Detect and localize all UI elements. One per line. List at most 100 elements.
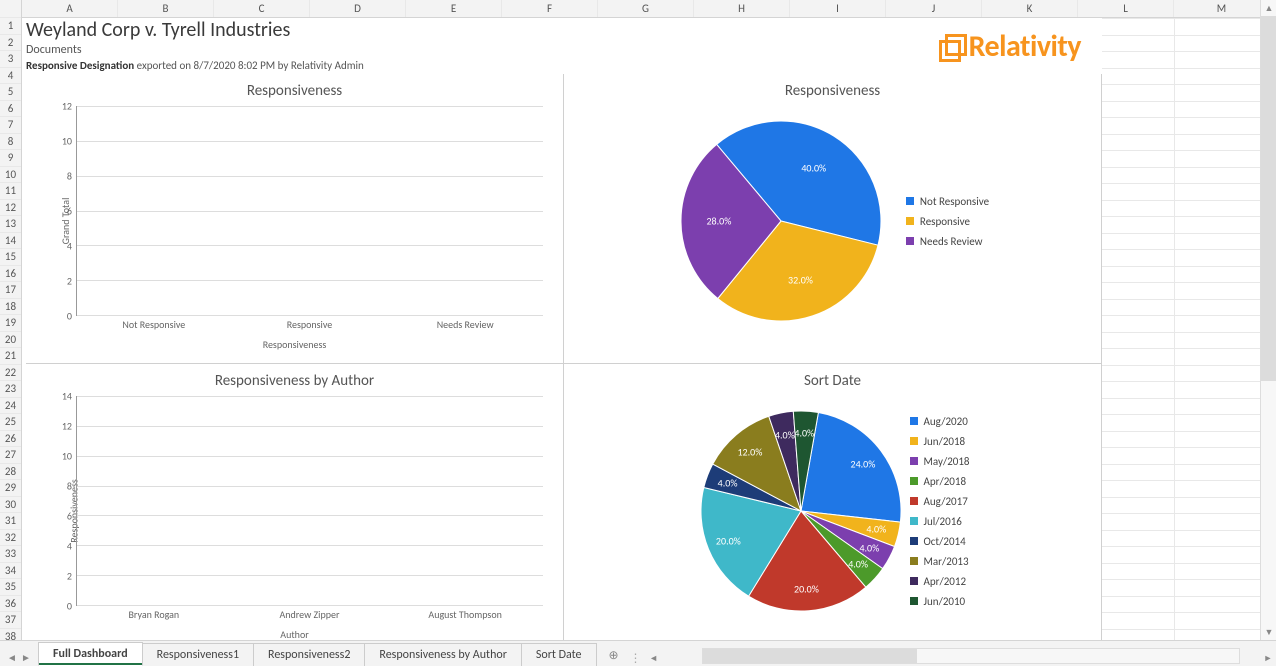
row-header-33[interactable]: 33 <box>0 546 21 563</box>
col-header-H[interactable]: H <box>694 0 790 17</box>
row-header-21[interactable]: 21 <box>0 348 21 365</box>
plot-area <box>76 396 543 606</box>
chart-title: Responsiveness <box>574 82 1091 100</box>
row-header-37[interactable]: 37 <box>0 612 21 629</box>
legend-item: Jun/2018 <box>910 435 970 448</box>
tab-responsiveness by author[interactable]: Responsiveness by Author <box>364 643 521 666</box>
row-header-26[interactable]: 26 <box>0 431 21 448</box>
row-header-10[interactable]: 10 <box>0 167 21 184</box>
tab-nav-first[interactable]: ◄ <box>6 648 18 666</box>
row-header-6[interactable]: 6 <box>0 101 21 118</box>
row-header-30[interactable]: 30 <box>0 497 21 514</box>
sheet-tab-strip: ◄ ► Full DashboardResponsiveness1Respons… <box>0 640 1276 666</box>
legend-label: Not Responsive <box>920 195 989 208</box>
vertical-scrollbar[interactable]: ▲ ▼ <box>1260 0 1276 640</box>
col-header-G[interactable]: G <box>598 0 694 17</box>
row-header-16[interactable]: 16 <box>0 266 21 283</box>
legend-label: Jun/2010 <box>924 595 966 608</box>
legend-item: Apr/2012 <box>910 575 970 588</box>
pie-chart-1: 40.0%32.0%28.0% <box>676 116 886 326</box>
row-header-17[interactable]: 17 <box>0 282 21 299</box>
row-header-5[interactable]: 5 <box>0 84 21 101</box>
new-sheet-button[interactable]: ⊕ <box>602 644 626 666</box>
row-header-8[interactable]: 8 <box>0 134 21 151</box>
x-labels: Bryan RoganAndrew ZipperAugust Thompson <box>76 608 543 626</box>
row-header-15[interactable]: 15 <box>0 249 21 266</box>
row-header-4[interactable]: 4 <box>0 68 21 85</box>
row-header-19[interactable]: 19 <box>0 315 21 332</box>
row-header-28[interactable]: 28 <box>0 464 21 481</box>
row-header-18[interactable]: 18 <box>0 299 21 316</box>
row-header-2[interactable]: 2 <box>0 35 21 52</box>
row-header-29[interactable]: 29 <box>0 480 21 497</box>
col-header-A[interactable]: A <box>22 0 118 17</box>
legend-item: Oct/2014 <box>910 535 970 548</box>
row-header-12[interactable]: 12 <box>0 200 21 217</box>
tab-responsiveness1[interactable]: Responsiveness1 <box>142 643 254 666</box>
bar-chart-2: Responsiveness 02468101214 Bryan RoganAn… <box>76 396 543 626</box>
row-header-13[interactable]: 13 <box>0 216 21 233</box>
col-header-I[interactable]: I <box>790 0 886 17</box>
row-header-32[interactable]: 32 <box>0 530 21 547</box>
tab-full dashboard[interactable]: Full Dashboard <box>38 642 143 666</box>
col-header-L[interactable]: L <box>1078 0 1174 17</box>
chart-sort-date[interactable]: Sort Date 24.0%4.0%4.0%4.0%20.0%20.0%4.0… <box>564 364 1102 640</box>
col-header-B[interactable]: B <box>118 0 214 17</box>
col-header-J[interactable]: J <box>886 0 982 17</box>
col-header-K[interactable]: K <box>982 0 1078 17</box>
export-info: Responsive Designation exported on 8/7/2… <box>26 59 364 72</box>
row-header-36[interactable]: 36 <box>0 596 21 613</box>
hscroll-thumb[interactable] <box>703 649 918 663</box>
legend-label: Apr/2018 <box>924 475 967 488</box>
legend-item: Jun/2010 <box>910 595 970 608</box>
row-header-7[interactable]: 7 <box>0 117 21 134</box>
chart-responsiveness-pie[interactable]: Responsiveness 40.0%32.0%28.0% Not Respo… <box>564 74 1102 364</box>
bar-chart-1: Grand Total 024681012 Not ResponsiveResp… <box>76 106 543 336</box>
legend-item: Needs Review <box>906 235 989 248</box>
legend-label: Jul/2016 <box>924 515 962 528</box>
chart-title: Responsiveness by Author <box>36 372 553 390</box>
legend-item: May/2018 <box>910 455 970 468</box>
chart-responsiveness-bar[interactable]: Responsiveness Grand Total 024681012 Not… <box>26 74 564 364</box>
hscroll-track[interactable] <box>702 648 1240 664</box>
row-header-3[interactable]: 3 <box>0 51 21 68</box>
row-header-27[interactable]: 27 <box>0 447 21 464</box>
row-header-24[interactable]: 24 <box>0 398 21 415</box>
row-header-35[interactable]: 35 <box>0 579 21 596</box>
pie-chart-2: 24.0%4.0%4.0%4.0%20.0%20.0%4.0%12.0%4.0%… <box>696 406 906 616</box>
row-header-14[interactable]: 14 <box>0 233 21 250</box>
grid-body[interactable]: Weyland Corp v. Tyrell Industries Docume… <box>22 18 1276 640</box>
scroll-down-button[interactable]: ▼ <box>1261 624 1276 640</box>
row-header-20[interactable]: 20 <box>0 332 21 349</box>
legend-swatch <box>910 437 918 445</box>
hscroll-right-button[interactable]: ► <box>1260 650 1276 666</box>
col-header-D[interactable]: D <box>310 0 406 17</box>
row-header-25[interactable]: 25 <box>0 414 21 431</box>
legend-swatch <box>910 517 918 525</box>
row-header-1[interactable]: 1 <box>0 18 21 35</box>
vscroll-track[interactable] <box>1261 16 1276 624</box>
legend-label: Apr/2012 <box>924 575 967 588</box>
col-header-M[interactable]: M <box>1174 0 1270 17</box>
legend-label: Aug/2020 <box>924 415 968 428</box>
tab-nav-last[interactable]: ► <box>20 648 32 666</box>
legend-swatch <box>910 497 918 505</box>
relativity-logo-icon <box>939 34 965 60</box>
col-header-F[interactable]: F <box>502 0 598 17</box>
legend-swatch <box>910 557 918 565</box>
row-header-9[interactable]: 9 <box>0 150 21 167</box>
row-header-31[interactable]: 31 <box>0 513 21 530</box>
chart-responsiveness-by-author[interactable]: Responsiveness by Author Responsiveness … <box>26 364 564 640</box>
row-header-23[interactable]: 23 <box>0 381 21 398</box>
tab-sort date[interactable]: Sort Date <box>521 643 597 666</box>
scroll-up-button[interactable]: ▲ <box>1261 0 1276 16</box>
row-header-34[interactable]: 34 <box>0 563 21 580</box>
row-header-22[interactable]: 22 <box>0 365 21 382</box>
row-header-11[interactable]: 11 <box>0 183 21 200</box>
vscroll-thumb[interactable] <box>1261 16 1276 381</box>
spreadsheet-area: 1234567891011121314151617181920212223242… <box>0 0 1276 640</box>
col-header-E[interactable]: E <box>406 0 502 17</box>
hscroll-left-button[interactable]: ◄ <box>646 650 662 666</box>
col-header-C[interactable]: C <box>214 0 310 17</box>
tab-responsiveness2[interactable]: Responsiveness2 <box>253 643 365 666</box>
